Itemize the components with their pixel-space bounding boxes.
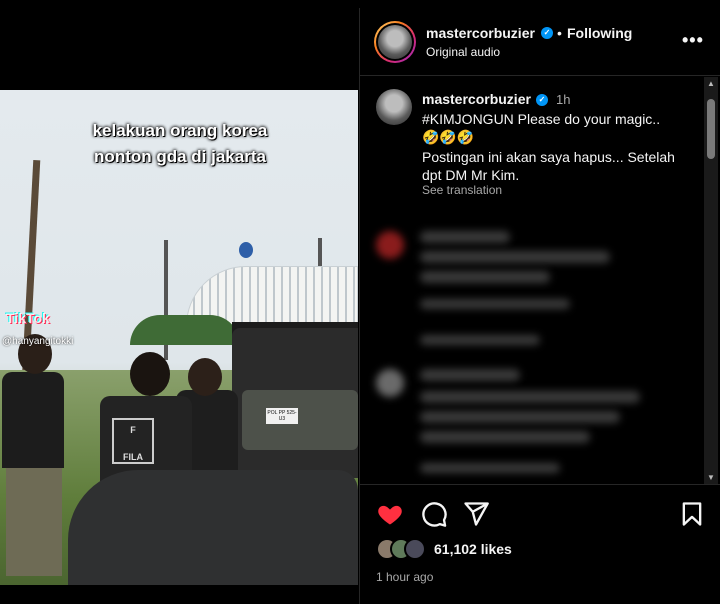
- blurred-comment-meta: [420, 335, 540, 345]
- avatar-image: [378, 25, 412, 59]
- caption-avatar[interactable]: [376, 89, 412, 125]
- comment-icon[interactable]: [420, 500, 448, 528]
- send-icon[interactable]: [462, 500, 490, 528]
- audio-link[interactable]: Original audio: [426, 45, 500, 59]
- scrollbar-thumb[interactable]: [707, 99, 715, 159]
- blurred-comment-text: [420, 411, 620, 423]
- post-media[interactable]: POL PP 525-U3 F FILA kelakuan orang kore…: [0, 8, 358, 604]
- comments-area[interactable]: mastercorbuzier ✓ 1h #KIMJONGUN Please d…: [360, 77, 720, 485]
- umbrella: [68, 470, 358, 585]
- caption-time: 1h: [556, 92, 571, 107]
- post-header: mastercorbuzier ✓ • Following Original a…: [360, 8, 720, 76]
- person: [2, 372, 64, 468]
- bookmark-icon[interactable]: [678, 500, 706, 528]
- caption-line: Postingan ini akan saya hapus... Setelah: [422, 149, 675, 165]
- tiktok-username: @hanyangitokki: [2, 336, 74, 347]
- blurred-comment-meta: [420, 299, 570, 309]
- avatar[interactable]: [374, 21, 416, 63]
- blurred-comment-avatar: [376, 231, 404, 259]
- likes-count[interactable]: 61,102 likes: [434, 541, 512, 557]
- blurred-comment-text: [420, 231, 510, 243]
- caption-username[interactable]: mastercorbuzier: [422, 91, 531, 107]
- post-timestamp: 1 hour ago: [376, 570, 434, 584]
- header-username[interactable]: mastercorbuzier: [426, 25, 535, 41]
- verified-badge-icon: ✓: [536, 94, 548, 106]
- following-button[interactable]: Following: [567, 25, 632, 41]
- overlay-line: nonton gda di jakarta: [94, 147, 266, 166]
- heart-filled-icon[interactable]: [376, 500, 404, 528]
- person-legs: [6, 466, 62, 576]
- trees: [130, 315, 240, 345]
- verified-badge-icon: ✓: [541, 27, 553, 39]
- more-options-icon[interactable]: •••: [682, 30, 704, 51]
- caption-line: #KIMJONGUN Please do your magic..: [422, 111, 661, 127]
- caption-line: dpt DM Mr Kim.: [422, 167, 520, 183]
- scroll-up-icon[interactable]: ▲: [704, 77, 718, 91]
- person-head: [188, 358, 222, 396]
- blurred-comment-text: [420, 251, 610, 263]
- see-translation-link[interactable]: See translation: [422, 183, 502, 197]
- liked-by-avatars[interactable]: [376, 538, 430, 560]
- separator-dot: •: [557, 25, 562, 41]
- balloon: [239, 242, 253, 258]
- blurred-comment-text: [420, 431, 590, 443]
- blurred-comment-text: [420, 369, 520, 381]
- license-plate: POL PP 525-U3: [266, 408, 298, 424]
- blurred-comment-meta: [420, 463, 560, 473]
- blurred-comment-text: [420, 271, 550, 283]
- caption-emojis: 🤣🤣🤣: [422, 129, 475, 145]
- post-actions: 61,102 likes 1 hour ago: [360, 486, 720, 604]
- scroll-down-icon[interactable]: ▼: [704, 471, 718, 484]
- overlay-line: kelakuan orang korea: [92, 121, 268, 140]
- shirt-text: FILA: [123, 452, 143, 462]
- avatar-border: [376, 23, 414, 61]
- blurred-comment-text: [420, 391, 640, 403]
- video-caption-overlay: kelakuan orang korea nonton gda di jakar…: [60, 118, 300, 170]
- video-frame[interactable]: POL PP 525-U3 F FILA kelakuan orang kore…: [0, 90, 358, 585]
- person-head: [130, 352, 170, 396]
- blurred-comment-avatar: [376, 369, 404, 397]
- tiktok-watermark: TikTok: [6, 310, 50, 326]
- avatar: [404, 538, 426, 560]
- jeep-body: [242, 390, 358, 450]
- post-panel: mastercorbuzier ✓ • Following Original a…: [359, 8, 720, 604]
